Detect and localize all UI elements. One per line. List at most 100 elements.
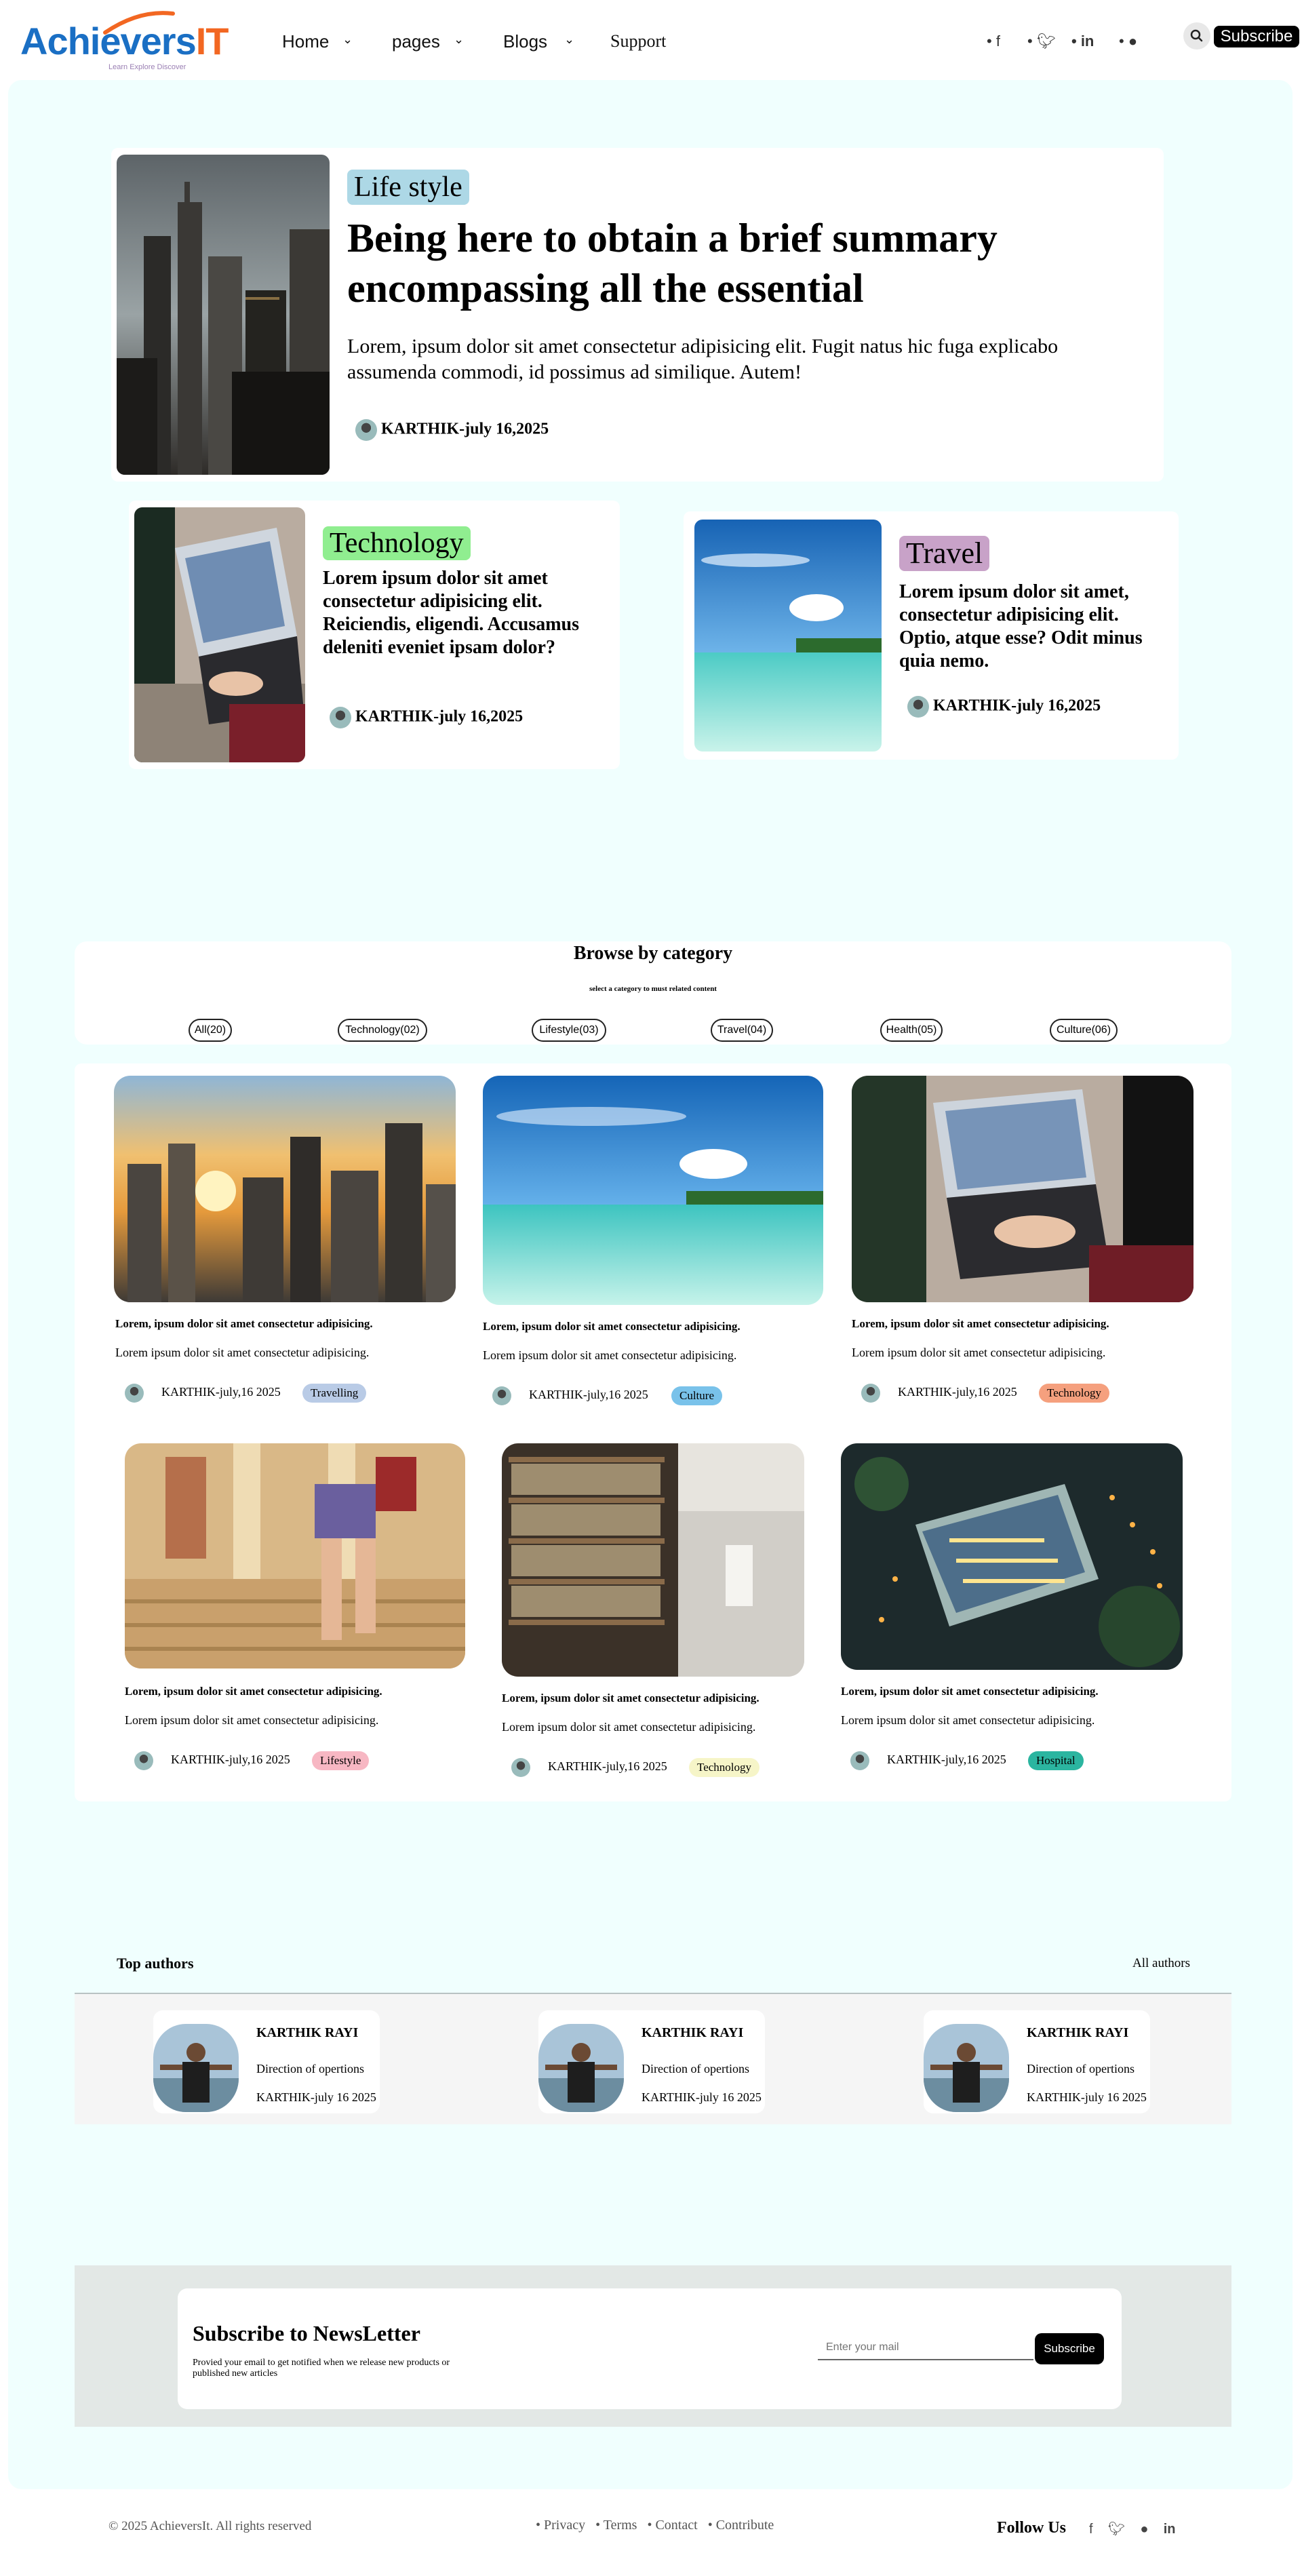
post-card-4[interactable] bbox=[125, 1443, 465, 1668]
all-authors-link[interactable]: All authors bbox=[1132, 1956, 1190, 1971]
city-sunset-image bbox=[114, 1076, 456, 1302]
search-button[interactable] bbox=[1183, 22, 1210, 50]
author-card-3[interactable]: KARTHIK RAYI Direction of opertions KART… bbox=[924, 2010, 1150, 2113]
avatar bbox=[861, 1384, 880, 1403]
avatar bbox=[330, 707, 351, 728]
post-1-title[interactable]: Lorem, ipsum dolor sit amet consectetur … bbox=[115, 1317, 373, 1331]
travel-article-author: KARTHIK-july 16,2025 bbox=[907, 696, 1101, 718]
post-card-1[interactable] bbox=[114, 1076, 456, 1302]
post-5-author: KARTHIK-july,16 2025 bbox=[548, 1759, 667, 1773]
post-card-3[interactable] bbox=[852, 1076, 1194, 1302]
hero-city-image bbox=[117, 155, 330, 475]
author-card-2[interactable]: KARTHIK RAYI Direction of opertions KART… bbox=[538, 2010, 765, 2113]
avatar bbox=[511, 1758, 530, 1777]
author-name[interactable]: KARTHIK RAYI bbox=[1027, 2025, 1128, 2041]
post-4-tag[interactable]: Lifestyle bbox=[312, 1751, 370, 1770]
beach-image bbox=[694, 520, 882, 752]
author-card-1[interactable]: KARTHIK RAYI Direction of opertions KART… bbox=[153, 2010, 380, 2113]
hero-title[interactable]: Being here to obtain a brief summary enc… bbox=[347, 213, 1080, 313]
footer-link-contribute[interactable]: Contribute bbox=[716, 2518, 774, 2533]
post-3-tag[interactable]: Technology bbox=[1039, 1384, 1110, 1403]
nav-item-pages[interactable]: pages bbox=[392, 31, 440, 52]
chevron-down-icon[interactable]: ⌄ bbox=[454, 33, 464, 47]
post-card-6[interactable] bbox=[841, 1443, 1183, 1670]
beach-image bbox=[483, 1076, 823, 1305]
post-card-5[interactable] bbox=[502, 1443, 804, 1677]
category-pill-technology[interactable]: Technology(02) bbox=[338, 1019, 427, 1042]
avatar bbox=[850, 1751, 869, 1770]
subscribe-button[interactable]: Subscribe bbox=[1214, 26, 1299, 47]
hero-excerpt: Lorem, ipsum dolor sit amet consectetur … bbox=[347, 335, 1059, 383]
reddit-icon[interactable]: ● bbox=[1140, 2522, 1148, 2537]
newsletter-description: Provied your email to get notified when … bbox=[193, 2358, 450, 2379]
post-2-author: KARTHIK-july,16 2025 bbox=[529, 1388, 648, 1401]
top-authors-heading: Top authors bbox=[117, 1955, 194, 1972]
tech-article-title[interactable]: Lorem ipsum dolor sit amet consectetur a… bbox=[323, 567, 594, 659]
top-navbar: AchieversIT Learn Explore Discover Home … bbox=[0, 0, 1302, 80]
linkedin-icon[interactable]: • in bbox=[1071, 33, 1094, 50]
logo-swoosh-icon bbox=[103, 11, 175, 35]
featured-card-technology[interactable]: Technology Lorem ipsum dolor sit amet co… bbox=[129, 501, 620, 769]
tech-article-author: KARTHIK-july 16,2025 bbox=[330, 707, 523, 728]
footer-link-privacy[interactable]: Privacy bbox=[544, 2518, 585, 2533]
newsletter-email-input[interactable] bbox=[818, 2336, 1033, 2360]
post-6-excerpt: Lorem ipsum dolor sit amet consectetur a… bbox=[841, 1713, 1095, 1727]
facebook-icon[interactable]: • f bbox=[987, 33, 1000, 50]
avatar bbox=[907, 696, 929, 718]
hospital-night-image bbox=[841, 1443, 1183, 1670]
hero-article-card[interactable]: Life style Being here to obtain a brief … bbox=[111, 148, 1164, 482]
browse-title: Browse by category bbox=[573, 943, 733, 964]
author-name[interactable]: KARTHIK RAYI bbox=[256, 2025, 358, 2041]
post-3-author: KARTHIK-july,16 2025 bbox=[898, 1385, 1017, 1399]
nav-item-support[interactable]: Support bbox=[610, 31, 666, 52]
browse-subtitle: select a category to must related conten… bbox=[589, 985, 717, 993]
post-2-title[interactable]: Lorem, ipsum dolor sit amet consectetur … bbox=[483, 1320, 741, 1333]
newsletter-subscribe-button[interactable]: Subscribe bbox=[1035, 2333, 1104, 2364]
tech-category-badge[interactable]: Technology bbox=[323, 526, 471, 560]
avatar bbox=[492, 1386, 511, 1405]
reddit-icon[interactable]: • ● bbox=[1119, 33, 1137, 50]
twitter-icon[interactable]: 🐦︎ bbox=[1108, 2522, 1125, 2537]
footer-links: • Privacy • Terms • Contact • Contribute bbox=[536, 2518, 774, 2533]
chevron-down-icon[interactable]: ⌄ bbox=[564, 33, 574, 47]
twitter-icon[interactable]: • 🐦︎ bbox=[1027, 33, 1056, 50]
footer-link-terms[interactable]: Terms bbox=[604, 2518, 637, 2533]
nav-item-home[interactable]: Home bbox=[282, 31, 329, 52]
library-image bbox=[502, 1443, 804, 1677]
chevron-down-icon[interactable]: ⌄ bbox=[342, 33, 353, 47]
featured-card-travel[interactable]: Travel Lorem ipsum dolor sit amet, conse… bbox=[684, 511, 1179, 760]
linkedin-icon[interactable]: in bbox=[1164, 2522, 1176, 2537]
post-4-author: KARTHIK-july,16 2025 bbox=[171, 1753, 290, 1766]
author-photo bbox=[153, 2024, 239, 2112]
post-card-2[interactable] bbox=[483, 1076, 823, 1305]
author-photo bbox=[538, 2024, 624, 2112]
category-pill-travel[interactable]: Travel(04) bbox=[711, 1019, 773, 1042]
nav-item-blogs[interactable]: Blogs bbox=[503, 31, 547, 52]
author-date: KARTHIK-july 16 2025 bbox=[642, 2090, 762, 2104]
post-5-tag[interactable]: Technology bbox=[689, 1758, 760, 1777]
logo-tagline: Learn Explore Discover bbox=[108, 63, 186, 71]
author-name[interactable]: KARTHIK RAYI bbox=[642, 2025, 743, 2041]
post-4-title[interactable]: Lorem, ipsum dolor sit amet consectetur … bbox=[125, 1685, 382, 1698]
post-5-title[interactable]: Lorem, ipsum dolor sit amet consectetur … bbox=[502, 1692, 760, 1705]
category-pill-health[interactable]: Health(05) bbox=[880, 1019, 943, 1042]
category-pill-culture[interactable]: Culture(06) bbox=[1050, 1019, 1118, 1042]
post-2-tag[interactable]: Culture bbox=[671, 1386, 722, 1405]
stairs-image bbox=[125, 1443, 465, 1668]
avatar bbox=[355, 419, 377, 441]
category-pill-all[interactable]: All(20) bbox=[189, 1019, 232, 1042]
footer-link-contact[interactable]: Contact bbox=[655, 2518, 697, 2533]
brand-logo[interactable]: AchieversIT Learn Explore Discover bbox=[20, 5, 237, 73]
post-6-title[interactable]: Lorem, ipsum dolor sit amet consectetur … bbox=[841, 1685, 1099, 1698]
post-2-excerpt: Lorem ipsum dolor sit amet consectetur a… bbox=[483, 1348, 737, 1362]
travel-article-title[interactable]: Lorem ipsum dolor sit amet, consectetur … bbox=[899, 581, 1164, 673]
post-6-tag[interactable]: Hospital bbox=[1028, 1751, 1084, 1770]
hero-category-badge[interactable]: Life style bbox=[347, 170, 469, 205]
post-3-title[interactable]: Lorem, ipsum dolor sit amet consectetur … bbox=[852, 1317, 1109, 1331]
travel-category-badge[interactable]: Travel bbox=[899, 536, 990, 571]
post-1-tag[interactable]: Travelling bbox=[302, 1384, 367, 1403]
facebook-icon[interactable]: f bbox=[1089, 2522, 1093, 2537]
category-pill-lifestyle[interactable]: Lifestyle(03) bbox=[532, 1019, 606, 1042]
follow-us-label: Follow Us bbox=[997, 2519, 1066, 2537]
author-date: KARTHIK-july 16 2025 bbox=[256, 2090, 376, 2104]
